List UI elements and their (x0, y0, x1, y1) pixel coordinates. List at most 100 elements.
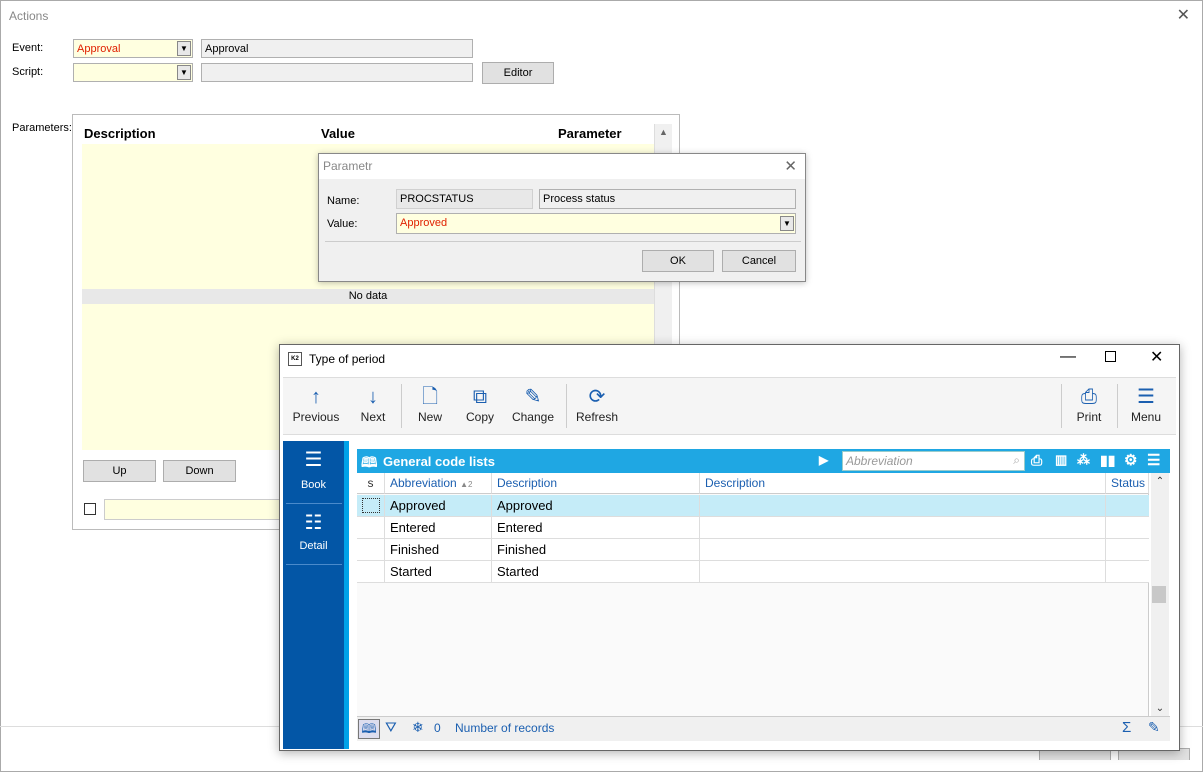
table-row[interactable]: Entered Entered (357, 517, 1149, 539)
toolbar-separator (1117, 384, 1118, 428)
script-description-field (201, 63, 473, 82)
list-icon: ☰ (304, 449, 323, 471)
gear-icon[interactable]: ⚙ (1124, 451, 1137, 469)
cell-description: Approved (492, 495, 700, 517)
chart-icon[interactable]: ▥ (1055, 452, 1067, 468)
search-input[interactable]: Abbreviation ⌕ (842, 451, 1025, 471)
edit-icon[interactable]: ✎ (1148, 719, 1160, 736)
column-header-description-2[interactable]: Description (700, 473, 1106, 494)
cell-description: Entered (492, 517, 700, 539)
previous-button[interactable]: ↑ Previous (290, 384, 342, 424)
close-icon[interactable]: ✕ (1177, 5, 1190, 25)
change-button[interactable]: ✎ Change (509, 384, 557, 424)
sum-icon[interactable]: Σ (1122, 719, 1131, 736)
copy-icon: ⧉ (472, 386, 488, 408)
value-text: Approved (400, 217, 448, 229)
parametr-dialog: Parametr ✕ Name: PROCSTATUS Process stat… (318, 153, 806, 282)
event-description-field: Approval (201, 39, 473, 58)
book-icon[interactable]: 🕮 (358, 719, 380, 739)
script-label: Script: (12, 66, 44, 78)
ok-button[interactable]: OK (642, 250, 714, 272)
value-label: Value: (327, 218, 358, 230)
play-icon[interactable]: ▶ (819, 453, 828, 467)
book-label: Book (300, 479, 327, 491)
event-combo[interactable]: Approval ▼ (73, 39, 193, 58)
hierarchy-icon[interactable]: ⁂ (1077, 452, 1090, 468)
column-header-status[interactable]: Status (1106, 473, 1149, 494)
table-row[interactable]: Started Started (357, 561, 1149, 583)
cell-abbreviation: Finished (385, 539, 492, 561)
column-header-description[interactable]: Description (492, 473, 700, 494)
row-selector[interactable] (357, 517, 385, 539)
column-header-abbreviation[interactable]: Abbreviation ▲2 (385, 473, 492, 494)
menu-icon[interactable]: ☰ (1147, 451, 1160, 469)
divider (286, 503, 342, 504)
new-button[interactable]: 🗋 New (412, 384, 448, 424)
printer-icon[interactable]: ⎙ (1031, 452, 1042, 469)
cell-abbreviation: Started (385, 561, 492, 583)
menu-icon: ☰ (1137, 386, 1155, 408)
app-logo-icon: K2 (288, 352, 302, 366)
script-combo[interactable]: ▼ (73, 63, 193, 82)
snowflake-icon[interactable]: ❄ (412, 719, 424, 736)
maximize-icon[interactable] (1105, 351, 1116, 362)
next-label: Next (360, 410, 386, 424)
chevron-down-icon[interactable]: ▼ (177, 41, 191, 56)
text-field[interactable] (104, 499, 282, 520)
up-button[interactable]: Up (83, 460, 156, 482)
divider (325, 241, 801, 242)
cancel-button[interactable]: Cancel (722, 250, 796, 272)
toolbar-separator (401, 384, 402, 428)
next-button[interactable]: ↓ Next (353, 384, 393, 424)
copy-button[interactable]: ⧉ Copy (461, 384, 499, 424)
data-grid: s Abbreviation ▲2 Description Descriptio… (357, 473, 1149, 716)
row-selector[interactable] (357, 539, 385, 561)
barcode-icon[interactable]: ▮▮ (1100, 452, 1115, 469)
refresh-button[interactable]: ⟳ Refresh (574, 384, 620, 424)
down-button[interactable]: Down (163, 460, 236, 482)
scrollbar-thumb[interactable] (1152, 586, 1166, 603)
record-count: 0 (434, 721, 441, 735)
minimize-icon[interactable]: — (1060, 348, 1076, 366)
column-header-parameter[interactable]: Parameter (558, 126, 622, 141)
checkbox[interactable] (84, 503, 96, 515)
arrow-up-icon: ↑ (311, 386, 321, 408)
side-item-detail[interactable]: ☷ Detail (283, 512, 344, 562)
row-selector[interactable] (357, 561, 385, 583)
search-icon[interactable]: ⌕ (1013, 453, 1020, 468)
name-field: PROCSTATUS (396, 189, 533, 209)
column-header-value[interactable]: Value (321, 126, 355, 141)
close-icon[interactable]: ✕ (1150, 347, 1163, 367)
print-button[interactable]: ⎙ Print (1070, 384, 1108, 424)
cell-description-2 (700, 495, 1106, 517)
event-value: Approval (77, 43, 121, 55)
parameters-label: Parameters: (12, 122, 72, 134)
menu-button[interactable]: ☰ Menu (1126, 384, 1166, 424)
side-item-book[interactable]: ☰ Book (283, 449, 344, 501)
chevron-down-icon[interactable]: ▼ (780, 216, 794, 231)
cell-description: Started (492, 561, 700, 583)
new-label: New (417, 410, 442, 424)
chevron-up-icon[interactable]: ⌃ (1151, 476, 1169, 487)
chevron-up-icon[interactable]: ▲ (655, 127, 672, 137)
grid-title: General code lists (383, 454, 495, 469)
sort-ascending-icon: ▲2 (460, 480, 473, 489)
grid-scrollbar[interactable]: ⌃ ⌄ (1151, 473, 1169, 716)
table-row[interactable]: Finished Finished (357, 539, 1149, 561)
dialog-titlebar: Parametr ✕ (319, 154, 805, 179)
table-row[interactable]: Approved Approved (357, 495, 1149, 517)
filter-icon[interactable]: ⛛ (385, 719, 397, 736)
chevron-down-icon[interactable]: ⌄ (1151, 703, 1169, 714)
chevron-down-icon[interactable]: ▼ (177, 65, 191, 80)
value-combo[interactable]: Approved ▼ (396, 213, 796, 234)
cell-description: Finished (492, 539, 700, 561)
change-label: Change (511, 410, 555, 424)
column-header-s[interactable]: s (357, 473, 385, 494)
row-selector[interactable] (357, 495, 385, 517)
column-header-description[interactable]: Description (84, 126, 156, 141)
pencil-icon: ✎ (524, 386, 542, 408)
previous-label: Previous (292, 410, 340, 424)
toolbar-separator (566, 384, 567, 428)
close-icon[interactable]: ✕ (784, 157, 797, 175)
editor-button[interactable]: Editor (482, 62, 554, 84)
